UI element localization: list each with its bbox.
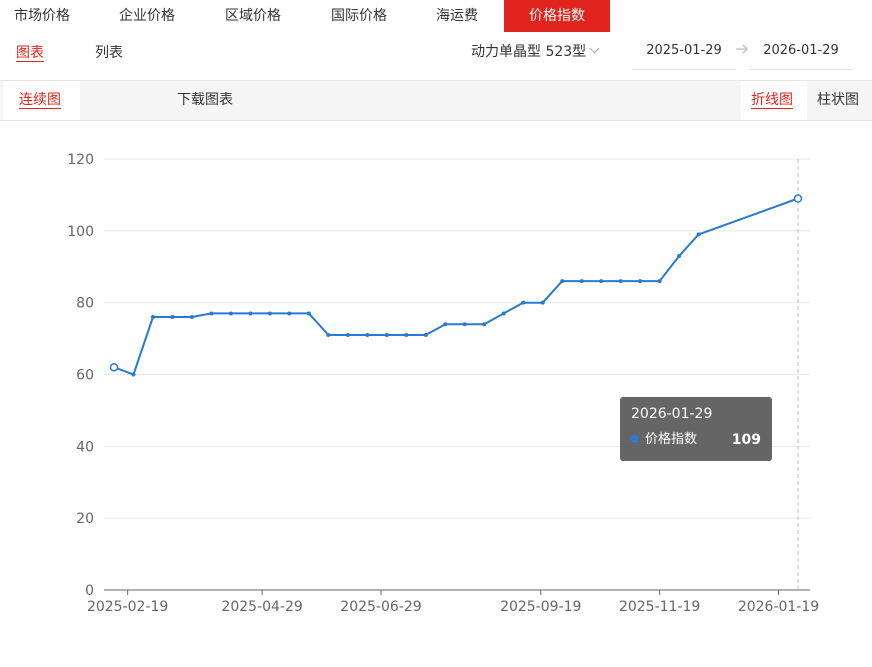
x-tick-label: 2025-02-19 bbox=[87, 599, 168, 615]
model-select[interactable]: 动力单晶型 523型 bbox=[471, 41, 600, 61]
bar-chart-button[interactable]: 柱状图 bbox=[817, 81, 859, 120]
data-point bbox=[267, 311, 272, 316]
data-point bbox=[228, 311, 233, 316]
top-nav: 市场价格 企业价格 区域价格 国际价格 海运费 价格指数 bbox=[0, 0, 872, 32]
arrow-right-icon bbox=[736, 44, 748, 54]
data-point bbox=[131, 372, 136, 377]
x-tick-label: 2025-04-29 bbox=[221, 599, 302, 615]
y-tick-label: 20 bbox=[76, 511, 94, 527]
tooltip-date: 2026-01-29 bbox=[631, 406, 713, 422]
tab-price-index[interactable]: 价格指数 bbox=[504, 0, 610, 32]
tab-regional-price[interactable]: 区域价格 bbox=[225, 0, 281, 32]
tooltip-row: 价格指数 109 bbox=[631, 431, 761, 449]
data-point bbox=[306, 311, 311, 316]
data-point bbox=[345, 332, 350, 337]
data-point bbox=[677, 253, 682, 258]
data-point bbox=[189, 315, 194, 320]
data-point bbox=[793, 194, 803, 203]
tab-shipping-fee[interactable]: 海运费 bbox=[436, 0, 478, 32]
data-point bbox=[599, 279, 604, 284]
chart-tooltip: 2026-01-29 价格指数 109 bbox=[620, 397, 772, 461]
tab-market-price[interactable]: 市场价格 bbox=[14, 0, 70, 32]
date-start-input[interactable]: 2025-01-29 bbox=[632, 32, 736, 70]
data-point bbox=[209, 311, 214, 316]
data-point bbox=[501, 311, 506, 316]
data-point bbox=[462, 322, 467, 327]
chevron-down-icon bbox=[589, 43, 600, 54]
subtab-chart[interactable]: 图表 bbox=[16, 42, 44, 62]
data-point bbox=[248, 311, 253, 316]
data-point bbox=[443, 322, 448, 327]
y-tick-label: 0 bbox=[85, 583, 94, 599]
tab-international-price[interactable]: 国际价格 bbox=[331, 0, 387, 32]
data-point bbox=[287, 311, 292, 316]
data-point bbox=[540, 300, 545, 305]
x-tick-label: 2025-11-19 bbox=[619, 599, 700, 615]
data-point bbox=[696, 232, 701, 237]
data-point bbox=[482, 322, 487, 327]
continuous-chart-button[interactable]: 连续图 bbox=[3, 81, 80, 120]
data-point bbox=[365, 332, 370, 337]
line-chart-label: 折线图 bbox=[751, 92, 793, 109]
data-point bbox=[150, 315, 155, 320]
y-tick-label: 60 bbox=[76, 368, 94, 384]
y-tick-label: 100 bbox=[67, 224, 94, 240]
tooltip-series-name: 价格指数 bbox=[645, 432, 698, 447]
x-tick-label: 2026-01-19 bbox=[738, 599, 819, 615]
series-line-price-index bbox=[113, 197, 799, 376]
data-point bbox=[109, 363, 119, 372]
series-marker-icon bbox=[631, 434, 639, 443]
download-chart-button[interactable]: 下载图表 bbox=[177, 81, 233, 120]
y-tick-label: 80 bbox=[76, 296, 94, 312]
model-select-value: 动力单晶型 523型 bbox=[471, 44, 587, 60]
chart-area: 0 20 40 60 80 100 120 2025-02-19 2025-04-29 2025-… bbox=[0, 121, 872, 663]
data-point bbox=[423, 332, 428, 337]
date-end-input[interactable]: 2026-01-29 bbox=[749, 32, 853, 70]
data-point bbox=[579, 279, 584, 284]
y-tick-label: 40 bbox=[76, 439, 94, 455]
data-point bbox=[326, 332, 331, 337]
sub-nav: 图表 列表 动力单晶型 523型 2025-01-29 2026-01-29 bbox=[0, 32, 872, 72]
x-tick-label: 2025-09-19 bbox=[500, 599, 581, 615]
y-tick-label: 120 bbox=[67, 152, 94, 168]
data-point bbox=[560, 279, 565, 284]
data-point bbox=[638, 279, 643, 284]
line-chart-button[interactable]: 折线图 bbox=[741, 81, 807, 120]
chart-toolbar: 连续图 下载图表 折线图 柱状图 bbox=[0, 80, 872, 121]
subtab-chart-label: 图表 bbox=[16, 45, 44, 62]
data-point bbox=[404, 332, 409, 337]
data-point bbox=[657, 279, 662, 284]
data-point bbox=[618, 279, 623, 284]
data-point bbox=[384, 332, 389, 337]
data-point bbox=[170, 315, 175, 320]
data-point bbox=[521, 300, 526, 305]
subtab-list[interactable]: 列表 bbox=[95, 42, 123, 62]
continuous-chart-label: 连续图 bbox=[19, 92, 61, 109]
line-chart: 0 20 40 60 80 100 120 2025-02-19 2025-04-29 2025-… bbox=[67, 152, 819, 615]
x-tick-label: 2025-06-29 bbox=[340, 599, 421, 615]
tooltip-value: 109 bbox=[731, 432, 761, 448]
tab-company-price[interactable]: 企业价格 bbox=[119, 0, 175, 32]
